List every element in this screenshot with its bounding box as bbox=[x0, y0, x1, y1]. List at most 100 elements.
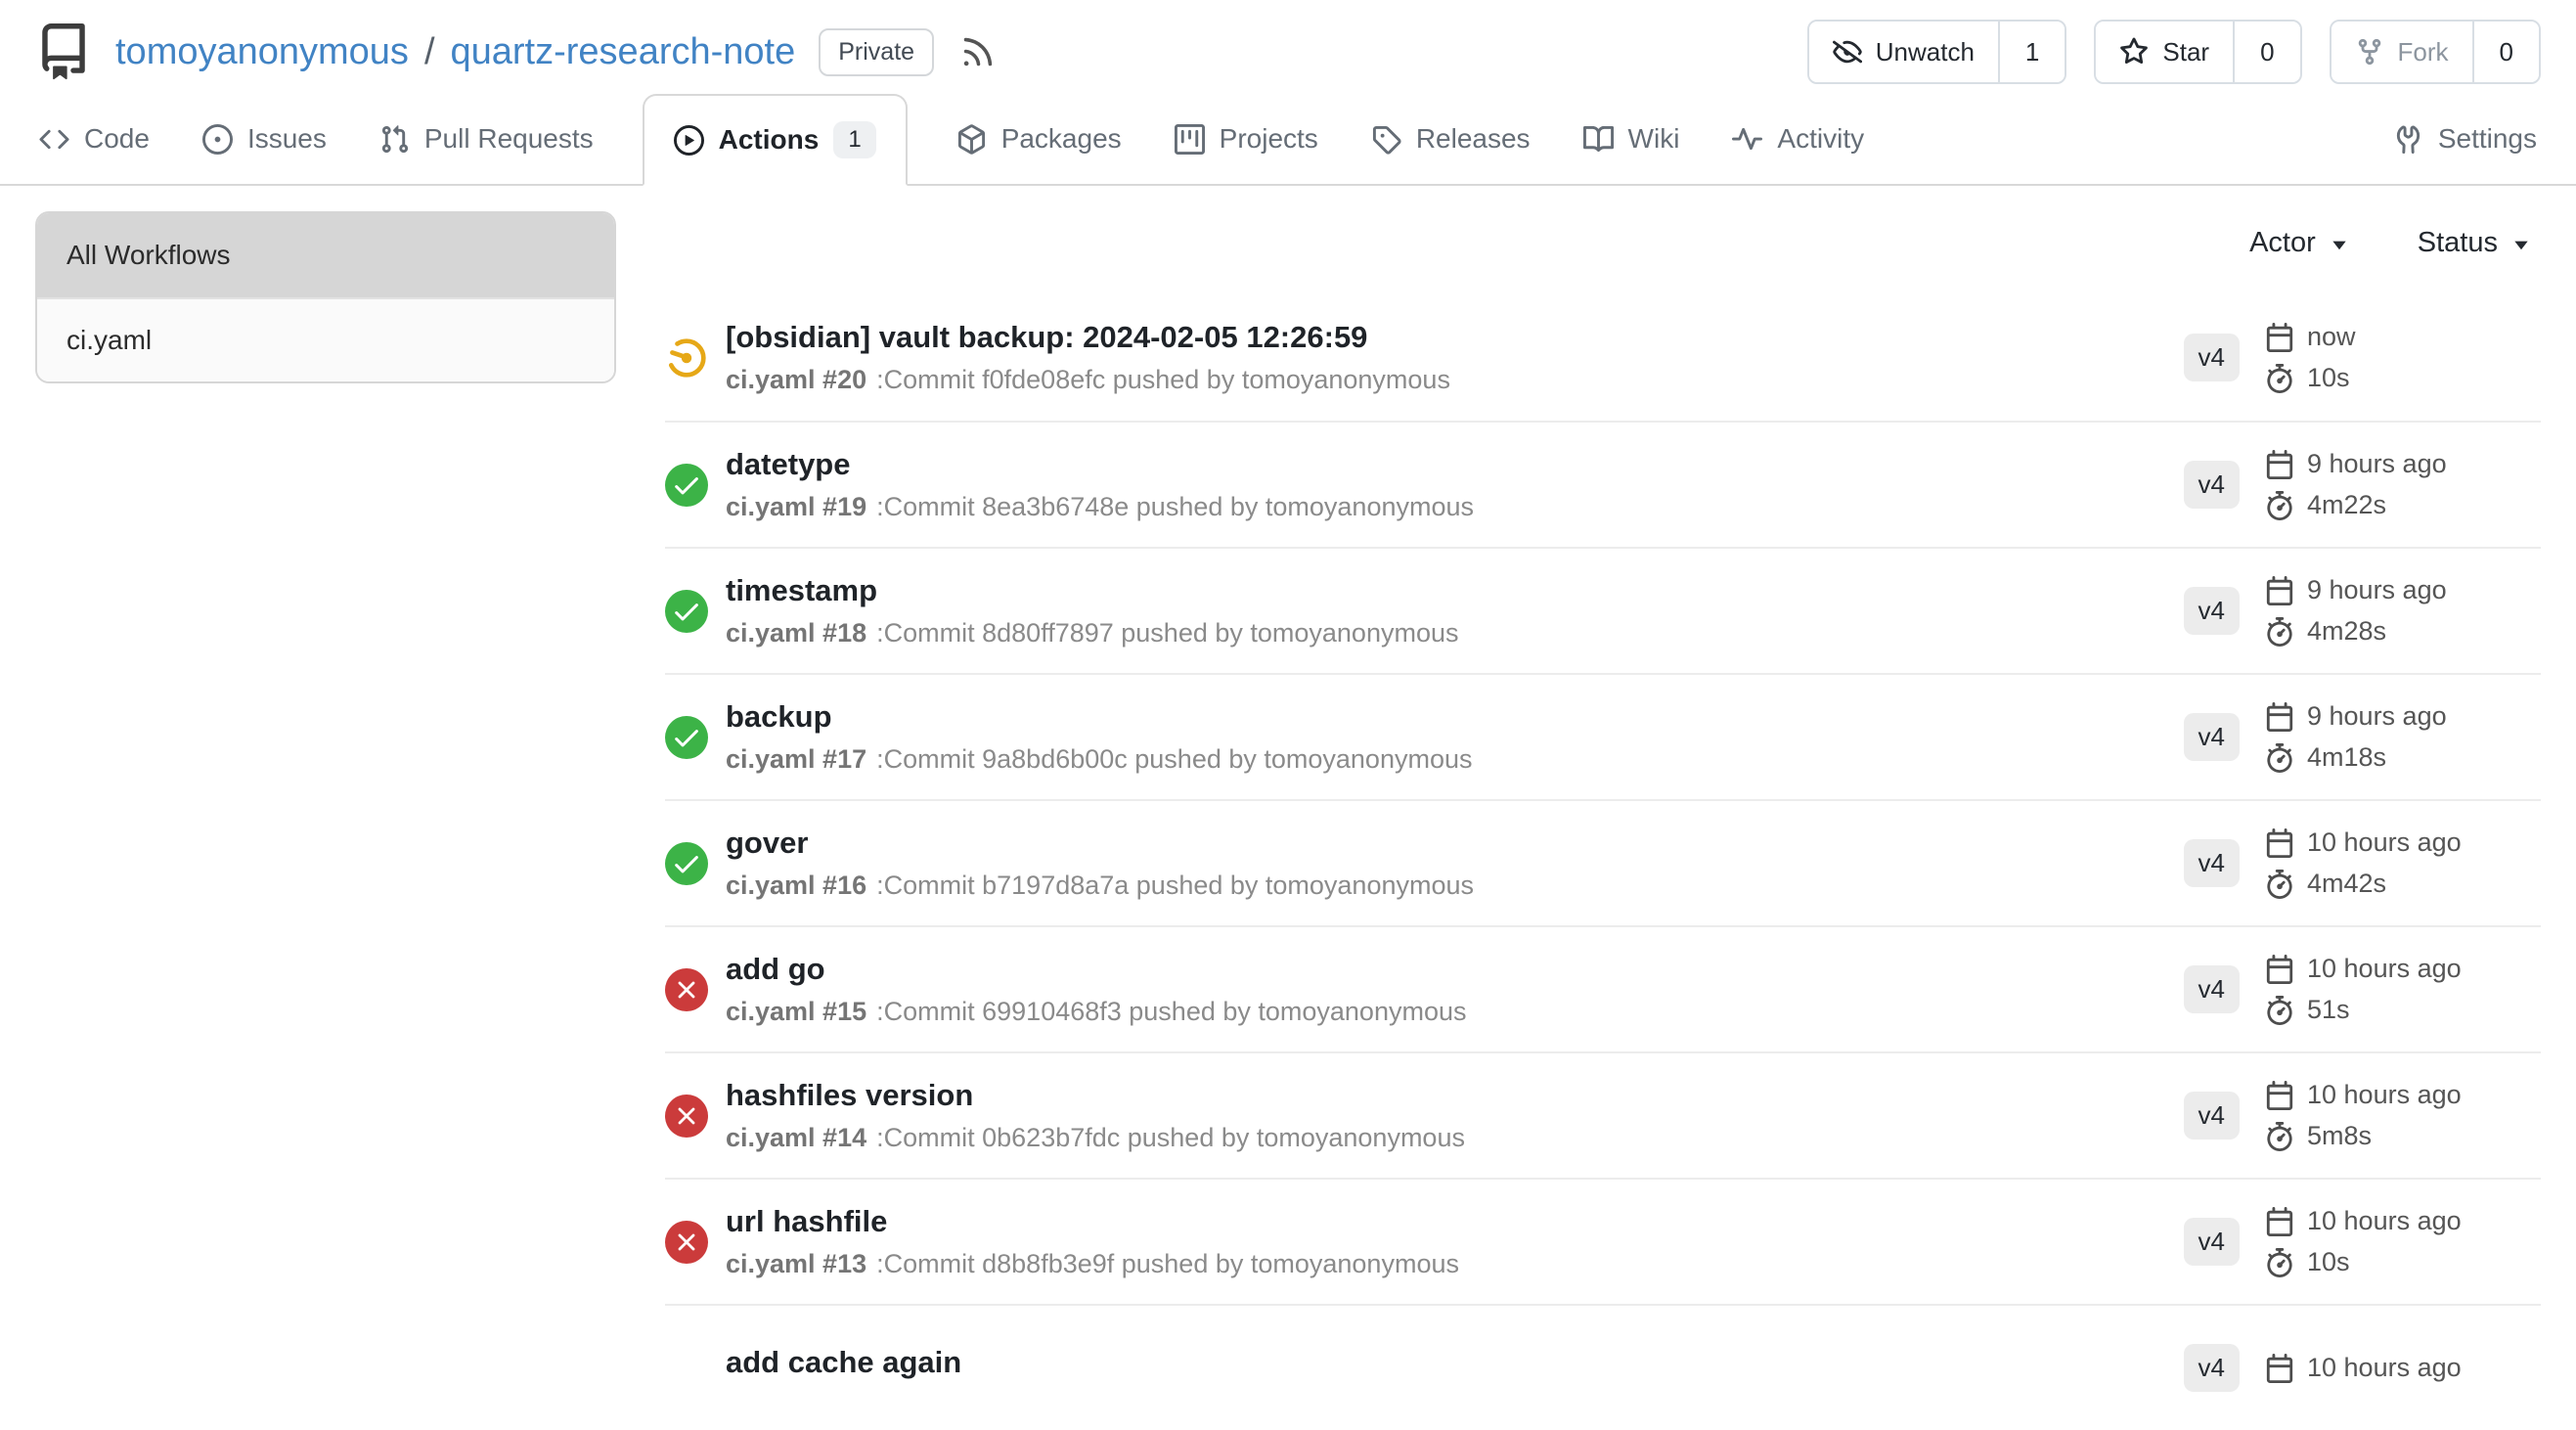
repo-owner-link[interactable]: tomoyanonymous bbox=[115, 31, 409, 73]
status-filter-dropdown[interactable]: Status bbox=[2418, 227, 2535, 259]
issue-opened-icon bbox=[202, 124, 233, 155]
runs-content: Actor Status [obsidian] vault backup: 20… bbox=[665, 211, 2541, 1430]
run-meta: v4 10 hours ago bbox=[2184, 1344, 2541, 1392]
tab-label: Packages bbox=[1001, 123, 1122, 155]
fork-count[interactable]: 0 bbox=[2472, 22, 2539, 82]
status-icon-placeholder bbox=[665, 1347, 708, 1390]
run-date: 9 hours ago bbox=[2265, 449, 2541, 479]
tab-activity[interactable]: Activity bbox=[1728, 94, 1868, 184]
tools-icon bbox=[2393, 124, 2423, 155]
run-date-text: now bbox=[2307, 322, 2356, 352]
run-title[interactable]: datetype bbox=[726, 447, 2184, 482]
workflow-run-row[interactable]: url hashfileci.yaml #13:Commit d8b8fb3e9… bbox=[665, 1178, 2541, 1304]
run-filters: Actor Status bbox=[665, 211, 2541, 259]
tab-wiki[interactable]: Wiki bbox=[1579, 94, 1684, 184]
run-duration-text: 51s bbox=[2307, 995, 2350, 1025]
run-workflow-number: ci.yaml #16 bbox=[726, 871, 866, 901]
fork-button[interactable]: Fork bbox=[2332, 22, 2472, 82]
run-times: 10 hours ago bbox=[2265, 1353, 2541, 1383]
branch-badge[interactable]: v4 bbox=[2184, 1218, 2240, 1266]
calendar-icon bbox=[2265, 702, 2294, 732]
calendar-icon bbox=[2265, 1207, 2294, 1236]
run-workflow-number: ci.yaml #18 bbox=[726, 618, 866, 648]
tab-packages[interactable]: Packages bbox=[953, 94, 1126, 184]
run-title[interactable]: [obsidian] vault backup: 2024-02-05 12:2… bbox=[726, 320, 2184, 355]
run-meta: v49 hours ago4m28s bbox=[2184, 575, 2541, 647]
run-date: 10 hours ago bbox=[2265, 1206, 2541, 1236]
play-circle-icon bbox=[674, 125, 704, 156]
run-subtitle: ci.yaml #14:Commit 0b623b7fdc pushed by … bbox=[726, 1123, 2184, 1153]
actor-filter-dropdown[interactable]: Actor bbox=[2249, 227, 2353, 259]
run-date: 9 hours ago bbox=[2265, 701, 2541, 732]
tab-issues[interactable]: Issues bbox=[199, 94, 331, 184]
calendar-icon bbox=[2265, 323, 2294, 352]
fork-button-group: Fork0 bbox=[2330, 20, 2541, 84]
run-duration-text: 4m22s bbox=[2307, 490, 2386, 520]
run-subtitle: ci.yaml #19:Commit 8ea3b6748e pushed by … bbox=[726, 492, 2184, 522]
workflow-run-row[interactable]: goverci.yaml #16:Commit b7197d8a7a pushe… bbox=[665, 799, 2541, 925]
stopwatch-icon bbox=[2265, 1248, 2294, 1277]
unwatch-count[interactable]: 1 bbox=[1998, 22, 2065, 82]
workflow-run-row[interactable]: datetype ci.yaml #19:Commit 8ea3b6748e pu… bbox=[665, 421, 2541, 547]
actor-filter-label: Actor bbox=[2249, 227, 2316, 259]
run-title[interactable]: gover bbox=[726, 826, 2184, 861]
tab-label: Issues bbox=[247, 123, 327, 155]
sidebar-item-all-workflows[interactable]: All Workflows bbox=[37, 213, 614, 297]
run-title[interactable]: backup bbox=[726, 699, 2184, 735]
stopwatch-icon bbox=[2265, 1122, 2294, 1151]
branch-badge[interactable]: v4 bbox=[2184, 461, 2240, 509]
workflow-run-row[interactable]: hashfiles version ci.yaml #14:Commit 0b62… bbox=[665, 1051, 2541, 1178]
repo-actions-page: tomoyanonymous / quartz-research-note Pr… bbox=[0, 0, 2576, 1430]
sidebar-item-ci-yaml[interactable]: ci.yaml bbox=[37, 297, 614, 381]
run-commit-message: :Commit 8ea3b6748e pushed by tomoyanonym… bbox=[876, 492, 1474, 522]
repo-icon bbox=[35, 23, 92, 80]
run-title[interactable]: hashfiles version bbox=[726, 1078, 2184, 1113]
calendar-icon bbox=[2265, 955, 2294, 984]
status-running-icon bbox=[665, 336, 708, 380]
tab-settings[interactable]: Settings bbox=[2389, 94, 2541, 184]
run-title[interactable]: add go bbox=[726, 952, 2184, 987]
workflow-run-row[interactable]: backup ci.yaml #17 :Commit 9a8bd6b00c push… bbox=[665, 673, 2541, 799]
caret-down-icon bbox=[2326, 232, 2353, 259]
repo-name-link[interactable]: quartz-research-note bbox=[451, 31, 796, 73]
tab-pull-requests[interactable]: Pull Requests bbox=[376, 94, 598, 184]
workflow-run-row[interactable]: add goci.yaml #15:Commit 69910468f3 push… bbox=[665, 925, 2541, 1051]
branch-badge[interactable]: v4 bbox=[2184, 1092, 2240, 1140]
run-title[interactable]: add cache again bbox=[726, 1345, 2184, 1380]
unwatch-button[interactable]: Unwatch bbox=[1809, 22, 1998, 82]
pulse-icon bbox=[1732, 124, 1762, 155]
tab-label: Code bbox=[84, 123, 150, 155]
pull-request-icon bbox=[379, 124, 410, 155]
branch-badge[interactable]: v4 bbox=[2184, 587, 2240, 635]
tab-releases[interactable]: Releases bbox=[1367, 94, 1534, 184]
tab-code[interactable]: Code bbox=[35, 94, 154, 184]
tab-label: Pull Requests bbox=[424, 123, 594, 155]
run-date-text: 10 hours ago bbox=[2307, 954, 2462, 984]
run-subtitle: ci.yaml #20:Commit f0fde08efc pushed by … bbox=[726, 365, 2184, 395]
run-title[interactable]: url hashfile bbox=[726, 1204, 2184, 1239]
star-count[interactable]: 0 bbox=[2233, 22, 2299, 82]
workflow-run-row[interactable]: [obsidian] vault backup: 2024-02-05 12:2… bbox=[665, 294, 2541, 421]
run-summary: goverci.yaml #16:Commit b7197d8a7a pushe… bbox=[726, 826, 2184, 902]
branch-badge[interactable]: v4 bbox=[2184, 334, 2240, 381]
branch-badge[interactable]: v4 bbox=[2184, 839, 2240, 887]
workflow-run-row[interactable]: add cache againv4 10 hours ago bbox=[665, 1304, 2541, 1430]
run-commit-message: :Commit 9a8bd6b00c pushed by tomoyanonym… bbox=[876, 744, 1472, 775]
run-summary: timestampci.yaml #18:Commit 8d80ff7897 p… bbox=[726, 573, 2184, 649]
rss-icon[interactable] bbox=[959, 33, 997, 70]
run-duration: 4m28s bbox=[2265, 616, 2541, 647]
run-duration: 4m18s bbox=[2265, 742, 2541, 773]
tab-actions[interactable]: Actions1 bbox=[643, 94, 908, 186]
run-workflow-number: ci.yaml #17 bbox=[726, 744, 866, 775]
branch-badge[interactable]: v4 bbox=[2184, 713, 2240, 761]
star-button[interactable]: Star bbox=[2096, 22, 2233, 82]
run-title[interactable]: timestamp bbox=[726, 573, 2184, 608]
run-summary: [obsidian] vault backup: 2024-02-05 12:2… bbox=[726, 320, 2184, 396]
tab-projects[interactable]: Projects bbox=[1171, 94, 1322, 184]
status-failure-icon bbox=[665, 1095, 708, 1138]
run-meta: v410 hours ago4m42s bbox=[2184, 827, 2541, 899]
branch-badge[interactable]: v4 bbox=[2184, 965, 2240, 1013]
branch-badge[interactable]: v4 bbox=[2184, 1344, 2240, 1392]
workflow-run-row[interactable]: timestampci.yaml #18:Commit 8d80ff7897 p… bbox=[665, 547, 2541, 673]
star-button-group: Star0 bbox=[2094, 20, 2301, 84]
